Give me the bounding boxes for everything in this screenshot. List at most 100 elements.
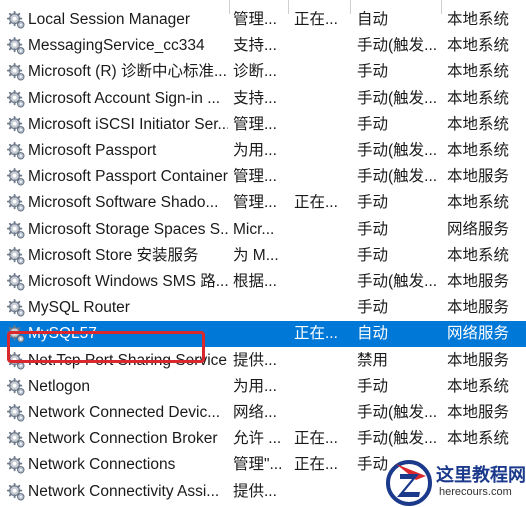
- service-status: [294, 269, 344, 295]
- service-name: Microsoft Windows SMS 路...: [28, 273, 228, 290]
- service-startup-type: 自动: [357, 325, 389, 343]
- service-logon-as: 本地系统: [447, 89, 510, 107]
- service-description: 管理...: [233, 11, 277, 28]
- service-logon-as: 本地系统: [447, 430, 510, 448]
- service-startup-type: 手动: [357, 299, 389, 317]
- service-name: Network Connections: [28, 456, 176, 474]
- gear-icon: [7, 299, 26, 318]
- services-list: Local Session Manager 管理... 正在... 自动 本地系统 Mes…: [0, 0, 526, 507]
- gear-icon: [7, 194, 26, 213]
- gear-icon: [7, 404, 26, 423]
- service-description: 为 M...: [233, 246, 279, 264]
- gear-icon: [7, 482, 26, 502]
- service-row[interactable]: Microsoft Software Shado... 管理... 正在... 手动 本…: [0, 190, 526, 216]
- service-status: [294, 295, 344, 321]
- service-name: Network Connectivity Assi...: [28, 482, 220, 500]
- service-startup-type: 手动: [357, 220, 389, 238]
- service-status: 正在...: [294, 430, 338, 448]
- service-row[interactable]: Local Session Manager 管理... 正在... 自动 本地系统: [0, 7, 526, 33]
- service-startup-type: 手动: [357, 377, 389, 395]
- service-name: Network Connected Devic...: [28, 404, 221, 421]
- service-row[interactable]: MySQL Router 手动 本地服务: [0, 295, 526, 321]
- service-startup-type: 手动(触发...: [357, 404, 438, 421]
- service-description: 管理...: [233, 194, 277, 212]
- service-startup-type: 自动: [357, 11, 389, 28]
- service-description: [233, 321, 285, 347]
- service-name: Microsoft Account Sign-in ...: [28, 89, 221, 107]
- service-name: Microsoft Passport: [28, 142, 157, 159]
- service-row[interactable]: Network Connection Broker 允许 ... 正在... 手动(触…: [0, 426, 526, 452]
- service-description: 管理...: [233, 168, 277, 186]
- service-name: Microsoft Store 安装服务: [28, 246, 199, 264]
- service-logon-as: 本地系统: [447, 194, 510, 212]
- service-logon-as: 本地系统: [447, 37, 510, 55]
- z-logo-icon: [386, 460, 432, 506]
- service-description: 支持...: [233, 89, 277, 107]
- gear-icon: [7, 430, 26, 449]
- gear-icon: [7, 11, 26, 30]
- service-description: 根据...: [233, 273, 277, 290]
- service-name: Network Connection Broker: [28, 430, 218, 448]
- service-logon-as: 本地系统: [447, 246, 510, 264]
- service-row[interactable]: Microsoft Passport Container 管理... 手动(触发..…: [0, 164, 526, 190]
- service-startup-type: 手动: [357, 115, 389, 133]
- service-row[interactable]: Network Connected Devic... 网络... 手动(触发... 本…: [0, 400, 526, 426]
- watermark-url: herecours.com: [439, 486, 512, 498]
- service-description: 网络...: [233, 404, 277, 421]
- service-row[interactable]: MessagingService_cc334 支持... 手动(触发... 本地系统: [0, 33, 526, 59]
- service-description: Micr...: [233, 220, 275, 238]
- service-name: Local Session Manager: [28, 11, 190, 28]
- service-name: Microsoft iSCSI Initiator Ser...: [28, 115, 228, 133]
- service-startup-type: 手动(触发...: [357, 168, 438, 186]
- service-description: 管理"...: [233, 456, 283, 474]
- service-row[interactable]: Microsoft Windows SMS 路... 根据... 手动(触发... 本…: [0, 269, 526, 295]
- service-description: 提供...: [233, 351, 277, 369]
- service-name: MySQL Router: [28, 299, 130, 317]
- service-logon-as: 本地服务: [447, 299, 510, 317]
- service-row[interactable]: Microsoft Store 安装服务 为 M... 手动 本地系统: [0, 243, 526, 269]
- service-description: [233, 295, 285, 321]
- service-startup-type: 手动(触发...: [357, 430, 438, 448]
- service-row[interactable]: Microsoft Passport 为用... 手动(触发... 本地系统: [0, 138, 526, 164]
- service-description: 为用...: [233, 377, 277, 395]
- service-description: 诊断...: [233, 63, 277, 81]
- gear-icon: [7, 377, 26, 397]
- service-logon-as: 本地系统: [447, 11, 510, 28]
- service-status: [294, 112, 344, 138]
- gear-icon: [7, 142, 26, 161]
- service-logon-as: 本地服务: [447, 404, 510, 421]
- service-name: Microsoft Passport Container: [28, 168, 228, 186]
- gear-icon: [7, 273, 26, 292]
- mysql57-highlight-box: [7, 331, 205, 363]
- service-status: [294, 374, 344, 400]
- service-startup-type: 手动(触发...: [357, 273, 438, 290]
- service-startup-type: 手动: [357, 246, 389, 264]
- service-startup-type: 禁用: [357, 351, 389, 369]
- service-row[interactable]: Microsoft (R) 诊断中心标准... 诊断... 手动 本地系统: [0, 59, 526, 85]
- gear-icon: [7, 63, 26, 82]
- service-name: Microsoft Software Shado...: [28, 194, 219, 212]
- service-row[interactable]: Microsoft iSCSI Initiator Ser... 管理... 手动 本…: [0, 112, 526, 138]
- service-description: 管理...: [233, 115, 277, 133]
- service-row[interactable]: Microsoft Account Sign-in ... 支持... 手动(触发.…: [0, 86, 526, 112]
- service-logon-as: 网络服务: [447, 325, 510, 343]
- service-status: [294, 86, 344, 112]
- service-startup-type: 手动(触发...: [357, 89, 438, 107]
- service-status: [294, 400, 344, 426]
- service-status: [294, 479, 344, 505]
- service-status: [294, 164, 344, 190]
- service-logon-as: 本地系统: [447, 115, 510, 133]
- service-status: [294, 217, 344, 243]
- service-logon-as: 网络服务: [447, 220, 510, 238]
- service-description: 允许 ...: [233, 430, 282, 448]
- service-name: MessagingService_cc334: [28, 37, 205, 55]
- service-startup-type: 手动(触发...: [357, 142, 438, 159]
- service-status: 正在...: [294, 11, 338, 28]
- gear-icon: [7, 168, 26, 187]
- service-row[interactable]: Netlogon 为用... 手动 本地系统: [0, 374, 526, 400]
- site-watermark: 这里教程网 herecours.com: [386, 456, 526, 507]
- gear-icon: [7, 89, 26, 109]
- gear-icon: [7, 37, 26, 56]
- service-startup-type: 手动(触发...: [357, 37, 438, 55]
- service-row[interactable]: Microsoft Storage Spaces S... Micr... 手动 网络…: [0, 217, 526, 243]
